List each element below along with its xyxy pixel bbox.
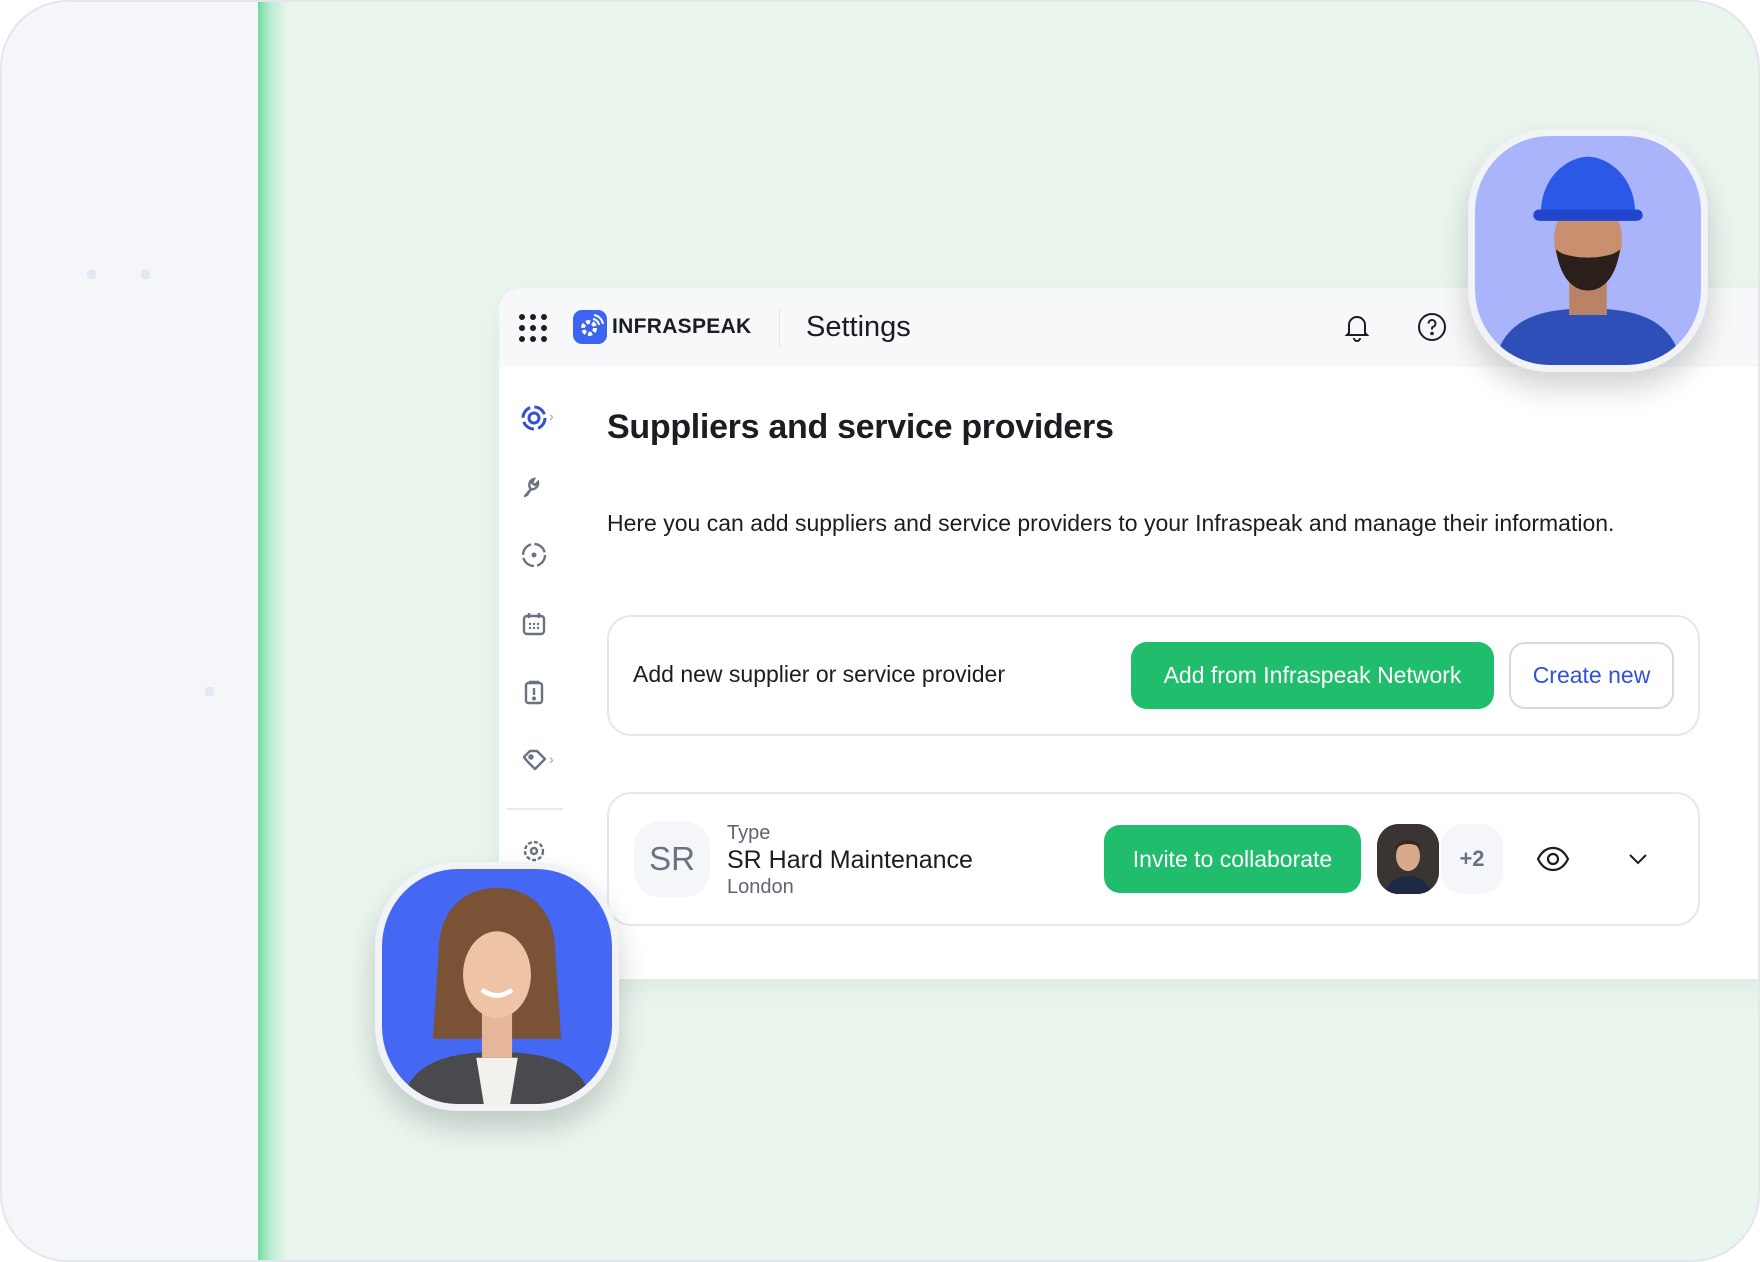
supplier-name: SR Hard Maintenance: [727, 846, 973, 874]
sidebar-item-maintenance[interactable]: [517, 470, 551, 504]
infraspeak-logo-icon: [573, 310, 607, 344]
decor-dot: [141, 270, 150, 279]
collaborator-avatar[interactable]: [1377, 824, 1439, 894]
invite-to-collaborate-button[interactable]: Invite to collaborate: [1104, 825, 1361, 893]
page-title: Suppliers and service providers: [607, 408, 1114, 446]
brand-name: INFRASPEAK: [612, 315, 752, 338]
more-collaborators-badge[interactable]: +2: [1441, 824, 1503, 894]
decor-dot: [87, 270, 96, 279]
left-panel: [2, 2, 258, 1260]
sidebar-item-tags[interactable]: [517, 744, 551, 778]
eye-icon[interactable]: [1535, 842, 1571, 876]
add-from-network-button[interactable]: Add from Infraspeak Network: [1131, 642, 1494, 709]
manager-photo: [375, 862, 619, 1111]
bell-icon[interactable]: [1341, 311, 1373, 343]
help-icon[interactable]: [1416, 311, 1448, 343]
divider: [779, 310, 780, 346]
sidebar-item-dashboard[interactable]: [517, 401, 551, 435]
accent-stripe: [258, 2, 288, 1260]
sidebar-item-requests[interactable]: [517, 675, 551, 709]
sidebar-item-calendar[interactable]: [517, 607, 551, 641]
create-new-button[interactable]: Create new: [1509, 642, 1674, 709]
supplier-location: London: [727, 876, 794, 898]
supplier-type-label: Type: [727, 822, 771, 844]
frame: INFRASPEAK Settings › › Suppliers and se…: [0, 0, 1760, 1262]
app-window: INFRASPEAK Settings › › Suppliers and se…: [499, 288, 1758, 979]
chevron-right-icon: ›: [549, 751, 554, 767]
chevron-down-icon[interactable]: [1625, 846, 1651, 872]
add-supplier-label: Add new supplier or service provider: [633, 661, 1006, 687]
sidebar-item-locations[interactable]: [517, 538, 551, 572]
supplier-avatar: SR: [634, 821, 710, 897]
apps-grid-icon[interactable]: [519, 314, 547, 342]
decor-dot: [205, 687, 214, 696]
supplier-row[interactable]: SR Type SR Hard Maintenance London Invit…: [607, 792, 1700, 926]
page-section-title: Settings: [806, 311, 911, 343]
add-supplier-panel: Add new supplier or service provider Add…: [607, 615, 1700, 736]
worker-photo: [1468, 129, 1708, 372]
page-description: Here you can add suppliers and service p…: [607, 510, 1615, 536]
sidebar-divider: [507, 808, 563, 810]
chevron-right-icon: ›: [549, 408, 554, 424]
